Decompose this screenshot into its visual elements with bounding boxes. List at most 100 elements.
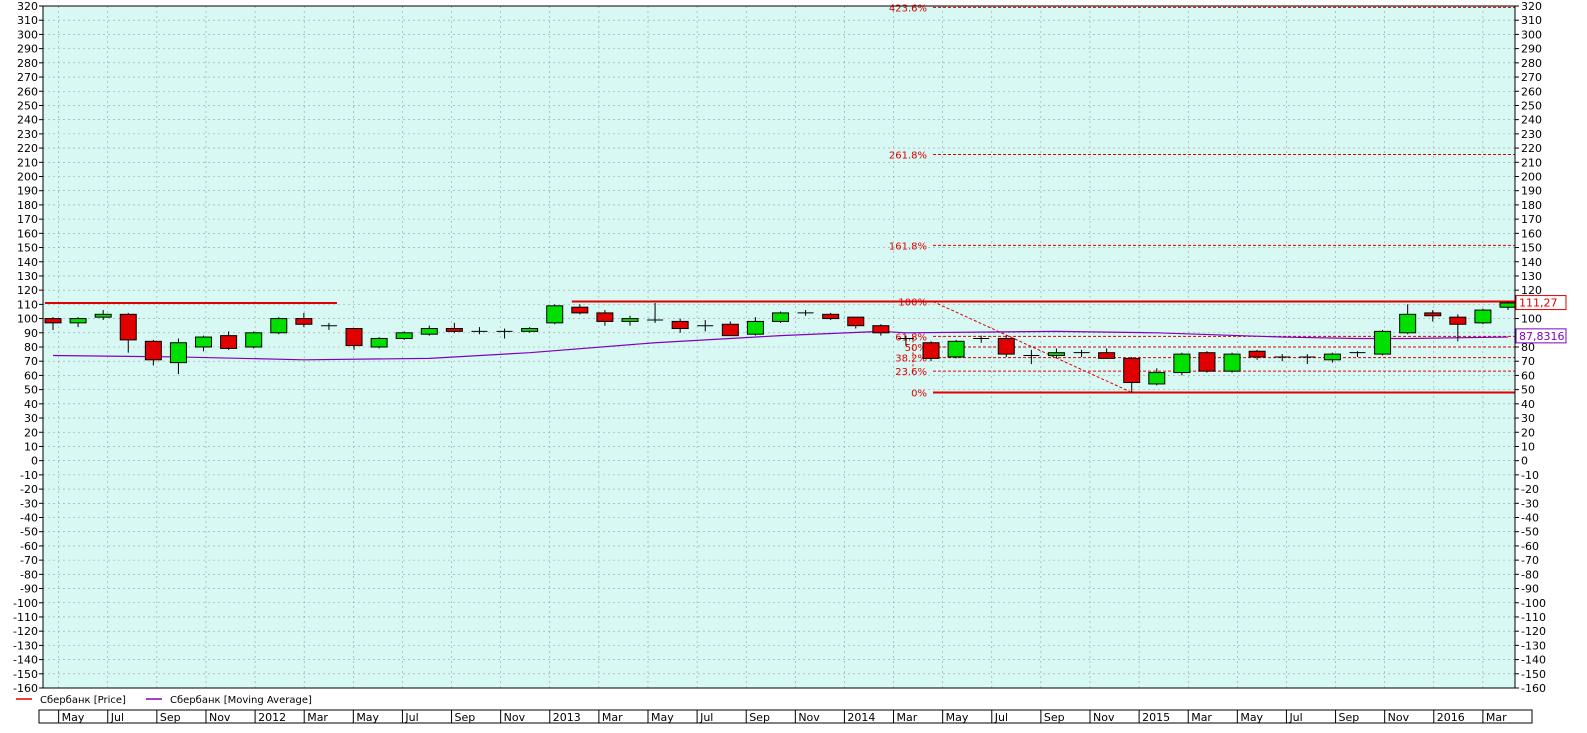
y-tick-label: -60 [20, 540, 38, 553]
candle-body [847, 316, 865, 327]
fib-level-label: 61.8% [895, 332, 927, 343]
y-tick-label: 190 [1521, 185, 1542, 198]
y-tick-label: 210 [1521, 156, 1542, 169]
y-tick-label: 270 [17, 71, 38, 84]
candle [1173, 352, 1191, 376]
x-tick-label: 2015 [1142, 711, 1170, 724]
candle [772, 311, 789, 323]
y-tick-label: 240 [17, 114, 38, 127]
y-tick-label: -80 [20, 568, 38, 581]
y-tick-label: 290 [1521, 43, 1542, 56]
candle-body [1047, 352, 1065, 357]
x-tick-label: 2016 [1437, 711, 1465, 724]
candle-body [195, 336, 213, 348]
y-tick-label: -50 [1521, 526, 1539, 539]
candle [270, 317, 288, 335]
y-tick-label: 100 [17, 313, 38, 326]
candle-body [922, 342, 940, 359]
y-tick-label: 140 [1521, 256, 1542, 269]
x-tick-label: 2014 [847, 711, 875, 724]
y-axis-left: -160-150-140-130-120-110-100-90-80-70-60… [13, 0, 43, 695]
candle-body [44, 318, 62, 324]
y-tick-label: 250 [1521, 99, 1542, 112]
y-tick-label: -40 [1521, 512, 1539, 525]
candle-body [270, 318, 288, 334]
y-tick-label: 70 [1521, 355, 1535, 368]
y-tick-label: 280 [1521, 57, 1542, 70]
y-tick-label: 140 [17, 256, 38, 269]
candle-body [1449, 316, 1467, 325]
candle-body [1123, 357, 1141, 384]
x-tick-label: Mar [897, 711, 918, 724]
y-tick-label: -150 [1521, 668, 1546, 681]
y-tick-label: 250 [17, 99, 38, 112]
y-tick-label: 270 [1521, 71, 1542, 84]
y-tick-label: 170 [1521, 213, 1542, 226]
candle-body [1148, 372, 1166, 385]
candle-body [1499, 302, 1517, 308]
y-tick-label: 200 [1521, 171, 1542, 184]
y-tick-label: 170 [17, 213, 38, 226]
candle-body [1323, 353, 1341, 361]
candle [997, 335, 1015, 357]
x-tick-label: May [62, 711, 85, 724]
legend-label: Сбербанк [Moving Average] [170, 695, 312, 706]
x-tick-label: May [356, 711, 379, 724]
y-tick-label: -140 [13, 654, 38, 667]
y-tick-label: 10 [24, 440, 38, 453]
price-chart: -160-150-140-130-120-110-100-90-80-70-60… [13, 0, 1567, 724]
y-tick-label: 190 [17, 185, 38, 198]
x-tick-label: Mar [1191, 711, 1212, 724]
y-tick-label: 230 [1521, 128, 1542, 141]
x-tick-label: Nov [209, 711, 231, 724]
candle-body [1173, 353, 1191, 374]
price-tag-label: 87,8316 [1519, 330, 1565, 343]
y-tick-label: -30 [1521, 497, 1539, 510]
y-tick-label: 70 [24, 355, 38, 368]
legend-label: Сбербанк [Price] [40, 695, 126, 706]
x-tick-label: Sep [160, 711, 181, 724]
y-tick-label: -60 [1521, 540, 1539, 553]
candle-body [94, 313, 112, 318]
y-tick-label: 300 [17, 28, 38, 41]
y-tick-label: 160 [17, 227, 38, 240]
candle-body [169, 342, 187, 364]
candle-body [947, 340, 965, 358]
x-tick-label: Nov [1093, 711, 1115, 724]
x-tick-label: Jul [110, 711, 124, 724]
candle [370, 337, 388, 349]
y-tick-label: 290 [17, 43, 38, 56]
x-tick-label: Sep [749, 711, 770, 724]
y-tick-label: 30 [1521, 412, 1535, 425]
y-tick-label: 50 [24, 384, 38, 397]
x-tick-label: Jul [994, 711, 1008, 724]
y-tick-label: -100 [1521, 597, 1546, 610]
candle-body [345, 328, 363, 347]
candle-body [546, 305, 564, 324]
candle [1198, 351, 1216, 373]
y-tick-label: 220 [1521, 142, 1542, 155]
x-tick-label: May [1240, 711, 1263, 724]
y-tick-label: -20 [1521, 483, 1539, 496]
y-tick-label: -110 [13, 611, 38, 624]
y-tick-label: -130 [13, 639, 38, 652]
y-tick-label: 200 [17, 171, 38, 184]
candle [922, 341, 940, 362]
y-tick-label: -40 [20, 512, 38, 525]
candle [1374, 329, 1392, 356]
y-tick-label: 40 [1521, 398, 1535, 411]
y-tick-label: 110 [17, 298, 38, 311]
fib-level-label: 261.8% [889, 150, 927, 161]
y-tick-label: 280 [17, 57, 38, 70]
x-tick-label: Jul [404, 711, 418, 724]
y-tick-label: 0 [31, 455, 38, 468]
y-tick-label: 150 [17, 242, 38, 255]
x-tick-label: 2013 [553, 711, 581, 724]
candle-body [772, 312, 789, 322]
fib-level-label: 161.8% [889, 241, 927, 252]
y-tick-label: 230 [17, 128, 38, 141]
y-tick-label: 260 [1521, 85, 1542, 98]
y-tick-label: -90 [1521, 583, 1539, 596]
y-tick-label: 310 [1521, 14, 1542, 27]
candle-body [1374, 330, 1392, 355]
